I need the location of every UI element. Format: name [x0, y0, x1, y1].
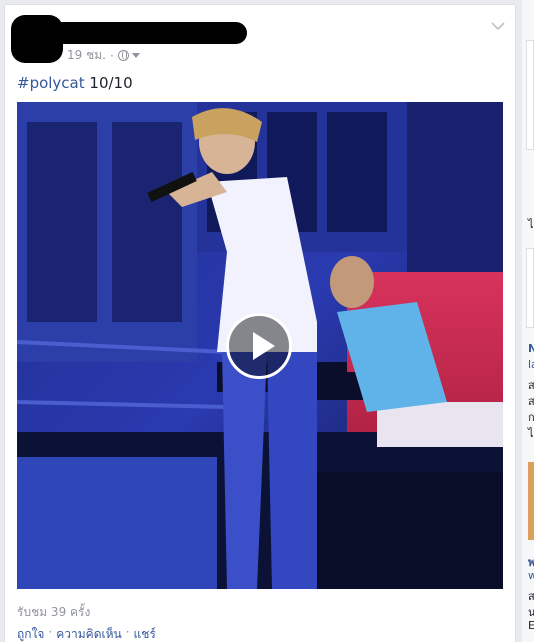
sidebar-box: [526, 248, 534, 328]
post-text-body: 10/10: [84, 74, 133, 92]
post-card: 19 ชม. · #polycat 10/10 รับชม 39 ครั้ง ถ…: [4, 4, 516, 642]
post-timestamp[interactable]: 19 ชม.: [67, 46, 106, 65]
post-text: #polycat 10/10: [17, 74, 133, 92]
share-link[interactable]: แชร์: [134, 625, 156, 642]
play-icon[interactable]: [226, 313, 292, 379]
sidebar-thumbnail[interactable]: [528, 462, 534, 540]
sidebar-fragment: ไ: [528, 218, 534, 231]
sidebar-fragment[interactable]: N: [528, 342, 534, 355]
sidebar-box: [526, 40, 534, 150]
sidebar-fragment[interactable]: w: [528, 569, 534, 582]
redacted-author-name: [45, 22, 247, 44]
video-player[interactable]: [17, 102, 503, 589]
like-link[interactable]: ถูกใจ: [17, 625, 44, 642]
hashtag-link[interactable]: #polycat: [17, 74, 85, 92]
sidebar-fragment[interactable]: la: [528, 358, 534, 371]
sidebar-fragment: ไ: [528, 427, 534, 440]
meta-separator: ·: [109, 48, 114, 63]
globe-icon[interactable]: [117, 50, 129, 61]
right-sidebar-partial: ไ N la ส ส ก ไ พ w ส น E: [522, 0, 534, 642]
comment-link[interactable]: ความคิดเห็น: [56, 625, 121, 642]
post-actions: ถูกใจ · ความคิดเห็น · แชร์: [17, 625, 156, 642]
chevron-down-icon[interactable]: [491, 21, 505, 31]
post-meta: 19 ชม. ·: [67, 46, 140, 65]
action-separator: ·: [48, 625, 53, 639]
sidebar-fragment: E: [528, 619, 534, 632]
view-count: รับชม 39 ครั้ง: [17, 605, 91, 619]
action-separator: ·: [125, 625, 130, 639]
facebook-feed: { "post": { "time": "19 ชม.", "separator…: [0, 0, 534, 642]
caret-down-icon[interactable]: [131, 53, 140, 58]
